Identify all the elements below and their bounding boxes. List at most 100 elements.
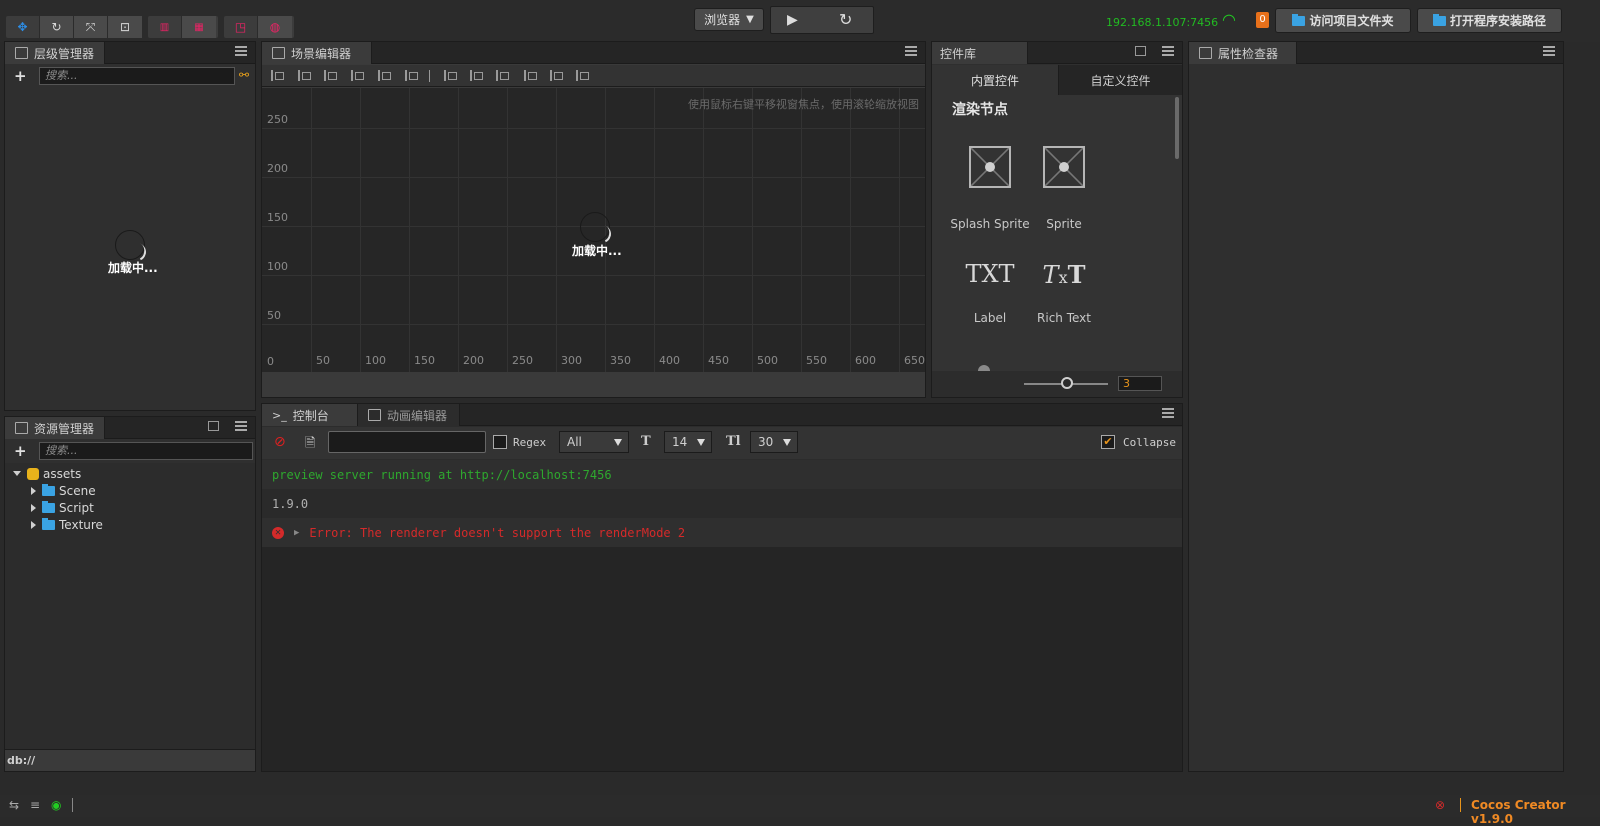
- local-space-icon[interactable]: ◳: [224, 16, 258, 38]
- tab-console[interactable]: >_ 控制台: [262, 404, 358, 426]
- zoom-value-input[interactable]: 3: [1118, 376, 1162, 391]
- grid-line: [360, 88, 361, 372]
- distribute-hcenter-icon[interactable]: [550, 70, 564, 81]
- tab-animation-editor[interactable]: 动画编辑器: [358, 404, 460, 426]
- distribute-left-icon[interactable]: [524, 70, 538, 81]
- center-icon[interactable]: ▦: [182, 16, 216, 38]
- align-bottom-icon[interactable]: [405, 70, 419, 81]
- widget-sprite[interactable]: Sprite: [1024, 146, 1104, 231]
- transform-tools: ✥ ↻ ⤧ ⊡: [6, 16, 142, 38]
- pivot-icon[interactable]: ▥: [148, 16, 182, 38]
- panel-menu-icon[interactable]: [905, 46, 917, 56]
- tab-inspector[interactable]: 属性检查器: [1189, 42, 1297, 64]
- hierarchy-search-input[interactable]: 搜索...: [39, 67, 235, 85]
- preview-target-select[interactable]: 浏览器 ▼: [694, 8, 764, 31]
- tab-builtin-widgets[interactable]: 内置控件: [932, 65, 1058, 95]
- open-log-file-icon[interactable]: 🗎: [305, 434, 315, 456]
- tree-item-label: assets: [43, 466, 82, 481]
- tab-widget-library[interactable]: 控件库: [932, 42, 1028, 64]
- eye-icon[interactable]: ◉: [51, 798, 61, 812]
- x-tick-label: 650: [904, 354, 925, 367]
- x-tick-label: 150: [414, 354, 435, 367]
- align-top-icon[interactable]: [351, 70, 365, 81]
- tree-item-texture[interactable]: Texture: [31, 516, 103, 533]
- distribute-top-icon[interactable]: [444, 70, 458, 81]
- widget-label[interactable]: TXT Label: [950, 260, 1030, 325]
- grid-line: [556, 88, 557, 372]
- grid-line: [507, 88, 508, 372]
- align-left-icon[interactable]: [271, 70, 285, 81]
- zoom-slider-handle[interactable]: [1061, 377, 1073, 389]
- regex-label: Regex: [513, 436, 547, 449]
- panel-menu-icon[interactable]: [1162, 408, 1174, 418]
- database-icon[interactable]: ≡: [30, 798, 40, 812]
- log-line-error[interactable]: ✕ ▶ Error: The renderer doesn't support …: [262, 518, 1182, 547]
- log-line[interactable]: preview server running at http://localho…: [262, 460, 1182, 489]
- expand-arrow-icon[interactable]: [31, 520, 36, 529]
- assets-icon: [15, 422, 28, 434]
- widget-splash-sprite[interactable]: Splash Sprite: [950, 146, 1030, 231]
- widget-rich-text[interactable]: TxT Rich Text: [1024, 260, 1104, 325]
- popout-icon[interactable]: [208, 421, 219, 431]
- expand-arrow-icon[interactable]: [13, 471, 21, 476]
- panel-menu-icon[interactable]: [1543, 46, 1555, 56]
- play-icon[interactable]: ▶: [787, 12, 798, 28]
- distribute-vcenter-icon[interactable]: [470, 70, 484, 81]
- error-status-icon[interactable]: ⊗: [1435, 798, 1445, 812]
- status-divider: [1460, 798, 1461, 812]
- grid-line: [899, 88, 900, 372]
- assets-search-input[interactable]: 搜索...: [39, 442, 253, 460]
- tab-scene[interactable]: 场景编辑器: [262, 42, 372, 64]
- panel-menu-icon[interactable]: [1162, 46, 1174, 56]
- scale-tool-icon[interactable]: ⤧: [74, 16, 108, 38]
- align-hcenter-icon[interactable]: [298, 70, 312, 81]
- notification-badge[interactable]: 0: [1256, 12, 1269, 28]
- folder-icon: [42, 517, 55, 530]
- tree-item-assets[interactable]: assets: [13, 465, 81, 482]
- widget-list: 渲染节点 Splash Sprite Sprite TXT Label TxT …: [932, 95, 1182, 371]
- rect-tool-icon[interactable]: ⊡: [108, 16, 142, 38]
- align-vcenter-icon[interactable]: [378, 70, 392, 81]
- clear-icon[interactable]: ⊘: [274, 434, 286, 450]
- move-tool-icon[interactable]: ✥: [6, 16, 40, 38]
- open-project-folder-button[interactable]: 访问项目文件夹: [1275, 8, 1411, 33]
- add-node-icon[interactable]: +: [14, 67, 27, 85]
- sync-icon[interactable]: ⇆: [9, 798, 19, 812]
- add-asset-icon[interactable]: +: [14, 442, 27, 460]
- log-level-select[interactable]: All: [559, 431, 629, 453]
- tree-item-script[interactable]: Script: [31, 499, 94, 516]
- font-size-select[interactable]: 14: [664, 431, 712, 453]
- tab-hierarchy-label: 层级管理器: [34, 46, 95, 61]
- x-tick-label: 600: [855, 354, 876, 367]
- global-space-icon[interactable]: ◍: [258, 16, 292, 38]
- grid-line: [850, 88, 851, 372]
- tab-custom-widgets[interactable]: 自定义控件: [1058, 65, 1182, 95]
- expand-arrow-icon[interactable]: [31, 503, 36, 512]
- y-tick-label: 100: [267, 260, 288, 273]
- open-install-path-button[interactable]: 打开程序安装路径: [1417, 8, 1562, 33]
- scene-viewport[interactable]: 250 200 150 100 50 0 50 100 150 200 250 …: [262, 88, 925, 372]
- panel-menu-icon[interactable]: [235, 46, 247, 56]
- panel-menu-icon[interactable]: [235, 421, 247, 431]
- database-icon: [27, 467, 39, 480]
- tab-hierarchy[interactable]: 层级管理器: [5, 42, 105, 64]
- link-icon[interactable]: ⚯: [239, 68, 249, 82]
- refresh-icon[interactable]: ↻: [839, 10, 852, 29]
- regex-checkbox[interactable]: [493, 435, 507, 449]
- log-line[interactable]: 1.9.0: [262, 489, 1182, 518]
- line-height-select[interactable]: 30: [750, 431, 798, 453]
- expand-arrow-icon[interactable]: ▶: [294, 528, 299, 538]
- tab-assets[interactable]: 资源管理器: [5, 417, 105, 439]
- x-tick-label: 0: [267, 355, 274, 368]
- console-filter-input[interactable]: [328, 431, 486, 453]
- expand-arrow-icon[interactable]: [31, 486, 36, 495]
- rotate-tool-icon[interactable]: ↻: [40, 16, 74, 38]
- scrollbar[interactable]: [1175, 97, 1179, 159]
- collapse-checkbox[interactable]: ✔: [1101, 435, 1115, 449]
- distribute-right-icon[interactable]: [576, 70, 590, 81]
- distribute-bottom-icon[interactable]: [496, 70, 510, 81]
- popout-icon[interactable]: [1135, 46, 1146, 56]
- y-tick-label: 50: [267, 309, 281, 322]
- tree-item-scene[interactable]: Scene: [31, 482, 96, 499]
- align-right-icon[interactable]: [324, 70, 338, 81]
